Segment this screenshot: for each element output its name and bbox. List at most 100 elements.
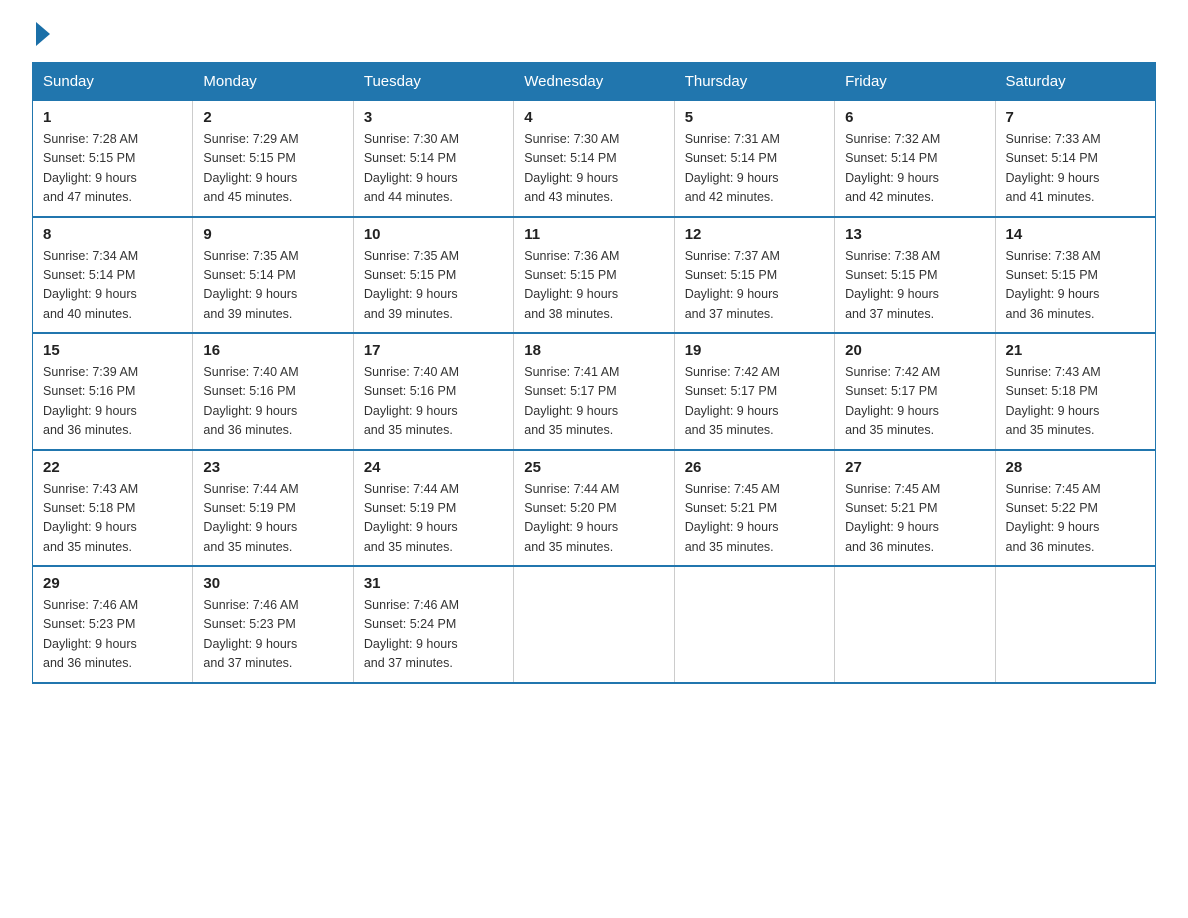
calendar-cell: 11 Sunrise: 7:36 AMSunset: 5:15 PMDayligh…: [514, 217, 674, 334]
week-row-2: 8Sunrise: 7:34 AMSunset: 5:14 PMDaylight…: [33, 217, 1156, 334]
calendar-cell: [514, 566, 674, 683]
calendar-cell: 7 Sunrise: 7:33 AMSunset: 5:14 PMDaylight…: [995, 101, 1155, 217]
calendar-cell: 1Sunrise: 7:28 AMSunset: 5:15 PMDaylight…: [33, 101, 193, 217]
day-info: Sunrise: 7:33 AMSunset: 5:14 PMDaylight:…: [1006, 130, 1145, 208]
day-info: Sunrise: 7:31 AMSunset: 5:14 PMDaylight:…: [685, 130, 824, 208]
calendar-cell: 4 Sunrise: 7:30 AMSunset: 5:14 PMDaylight…: [514, 101, 674, 217]
day-info: Sunrise: 7:39 AMSunset: 5:16 PMDaylight:…: [43, 363, 182, 441]
calendar-cell: 27Sunrise: 7:45 AMSunset: 5:21 PMDayligh…: [835, 450, 995, 567]
weekday-header-thursday: Thursday: [674, 63, 834, 101]
day-info: Sunrise: 7:38 AMSunset: 5:15 PMDaylight:…: [1006, 247, 1145, 325]
day-number: 7: [1006, 109, 1145, 126]
day-info: Sunrise: 7:35 AMSunset: 5:15 PMDaylight:…: [364, 247, 503, 325]
day-number: 16: [203, 342, 342, 359]
day-info: Sunrise: 7:38 AMSunset: 5:15 PMDaylight:…: [845, 247, 984, 325]
day-number: 8: [43, 226, 182, 243]
day-number: 13: [845, 226, 984, 243]
day-number: 22: [43, 459, 182, 476]
day-info: Sunrise: 7:46 AMSunset: 5:23 PMDaylight:…: [203, 596, 342, 674]
calendar-cell: 25 Sunrise: 7:44 AMSunset: 5:20 PMDayligh…: [514, 450, 674, 567]
week-row-1: 1Sunrise: 7:28 AMSunset: 5:15 PMDaylight…: [33, 101, 1156, 217]
day-number: 4: [524, 109, 663, 126]
day-info: Sunrise: 7:43 AMSunset: 5:18 PMDaylight:…: [1006, 363, 1145, 441]
calendar-cell: 31Sunrise: 7:46 AMSunset: 5:24 PMDayligh…: [353, 566, 513, 683]
calendar-cell: 30 Sunrise: 7:46 AMSunset: 5:23 PMDayligh…: [193, 566, 353, 683]
calendar-cell: 21 Sunrise: 7:43 AMSunset: 5:18 PMDayligh…: [995, 333, 1155, 450]
day-number: 17: [364, 342, 503, 359]
calendar-cell: [674, 566, 834, 683]
day-number: 5: [685, 109, 824, 126]
calendar-cell: 14 Sunrise: 7:38 AMSunset: 5:15 PMDayligh…: [995, 217, 1155, 334]
day-info: Sunrise: 7:46 AMSunset: 5:23 PMDaylight:…: [43, 596, 182, 674]
page-header: [32, 24, 1156, 46]
calendar-cell: 24 Sunrise: 7:44 AMSunset: 5:19 PMDayligh…: [353, 450, 513, 567]
calendar-cell: 9 Sunrise: 7:35 AMSunset: 5:14 PMDaylight…: [193, 217, 353, 334]
week-row-4: 22 Sunrise: 7:43 AMSunset: 5:18 PMDayligh…: [33, 450, 1156, 567]
day-number: 3: [364, 109, 503, 126]
day-number: 19: [685, 342, 824, 359]
day-number: 25: [524, 459, 663, 476]
day-number: 24: [364, 459, 503, 476]
weekday-header-sunday: Sunday: [33, 63, 193, 101]
day-number: 28: [1006, 459, 1145, 476]
day-info: Sunrise: 7:43 AMSunset: 5:18 PMDaylight:…: [43, 480, 182, 558]
day-number: 12: [685, 226, 824, 243]
day-number: 9: [203, 226, 342, 243]
calendar-cell: 29 Sunrise: 7:46 AMSunset: 5:23 PMDayligh…: [33, 566, 193, 683]
calendar-cell: 6Sunrise: 7:32 AMSunset: 5:14 PMDaylight…: [835, 101, 995, 217]
day-info: Sunrise: 7:36 AMSunset: 5:15 PMDaylight:…: [524, 247, 663, 325]
day-number: 6: [845, 109, 984, 126]
weekday-header-saturday: Saturday: [995, 63, 1155, 101]
day-info: Sunrise: 7:29 AMSunset: 5:15 PMDaylight:…: [203, 130, 342, 208]
day-info: Sunrise: 7:44 AMSunset: 5:19 PMDaylight:…: [364, 480, 503, 558]
day-info: Sunrise: 7:30 AMSunset: 5:14 PMDaylight:…: [524, 130, 663, 208]
day-info: Sunrise: 7:40 AMSunset: 5:16 PMDaylight:…: [203, 363, 342, 441]
day-info: Sunrise: 7:41 AMSunset: 5:17 PMDaylight:…: [524, 363, 663, 441]
calendar-cell: 8Sunrise: 7:34 AMSunset: 5:14 PMDaylight…: [33, 217, 193, 334]
day-info: Sunrise: 7:42 AMSunset: 5:17 PMDaylight:…: [845, 363, 984, 441]
day-info: Sunrise: 7:40 AMSunset: 5:16 PMDaylight:…: [364, 363, 503, 441]
day-number: 21: [1006, 342, 1145, 359]
weekday-header-wednesday: Wednesday: [514, 63, 674, 101]
day-info: Sunrise: 7:37 AMSunset: 5:15 PMDaylight:…: [685, 247, 824, 325]
day-number: 10: [364, 226, 503, 243]
calendar-cell: 26 Sunrise: 7:45 AMSunset: 5:21 PMDayligh…: [674, 450, 834, 567]
day-info: Sunrise: 7:42 AMSunset: 5:17 PMDaylight:…: [685, 363, 824, 441]
day-info: Sunrise: 7:45 AMSunset: 5:21 PMDaylight:…: [685, 480, 824, 558]
day-info: Sunrise: 7:30 AMSunset: 5:14 PMDaylight:…: [364, 130, 503, 208]
day-info: Sunrise: 7:28 AMSunset: 5:15 PMDaylight:…: [43, 130, 182, 208]
day-info: Sunrise: 7:35 AMSunset: 5:14 PMDaylight:…: [203, 247, 342, 325]
calendar-cell: 17 Sunrise: 7:40 AMSunset: 5:16 PMDayligh…: [353, 333, 513, 450]
calendar-cell: 23Sunrise: 7:44 AMSunset: 5:19 PMDayligh…: [193, 450, 353, 567]
calendar-cell: [995, 566, 1155, 683]
day-number: 20: [845, 342, 984, 359]
day-number: 29: [43, 575, 182, 592]
day-info: Sunrise: 7:44 AMSunset: 5:20 PMDaylight:…: [524, 480, 663, 558]
day-number: 11: [524, 226, 663, 243]
calendar-cell: 19 Sunrise: 7:42 AMSunset: 5:17 PMDayligh…: [674, 333, 834, 450]
day-info: Sunrise: 7:45 AMSunset: 5:22 PMDaylight:…: [1006, 480, 1145, 558]
day-number: 2: [203, 109, 342, 126]
weekday-header-tuesday: Tuesday: [353, 63, 513, 101]
day-info: Sunrise: 7:45 AMSunset: 5:21 PMDaylight:…: [845, 480, 984, 558]
day-number: 18: [524, 342, 663, 359]
weekday-header-monday: Monday: [193, 63, 353, 101]
calendar-cell: 3 Sunrise: 7:30 AMSunset: 5:14 PMDaylight…: [353, 101, 513, 217]
calendar-cell: 15 Sunrise: 7:39 AMSunset: 5:16 PMDayligh…: [33, 333, 193, 450]
weekday-header-row: SundayMondayTuesdayWednesdayThursdayFrid…: [33, 63, 1156, 101]
day-info: Sunrise: 7:46 AMSunset: 5:24 PMDaylight:…: [364, 596, 503, 674]
day-number: 30: [203, 575, 342, 592]
calendar-cell: 28 Sunrise: 7:45 AMSunset: 5:22 PMDayligh…: [995, 450, 1155, 567]
calendar-cell: 16 Sunrise: 7:40 AMSunset: 5:16 PMDayligh…: [193, 333, 353, 450]
calendar-cell: 22 Sunrise: 7:43 AMSunset: 5:18 PMDayligh…: [33, 450, 193, 567]
week-row-5: 29 Sunrise: 7:46 AMSunset: 5:23 PMDayligh…: [33, 566, 1156, 683]
day-number: 14: [1006, 226, 1145, 243]
weekday-header-friday: Friday: [835, 63, 995, 101]
calendar-cell: 20 Sunrise: 7:42 AMSunset: 5:17 PMDayligh…: [835, 333, 995, 450]
logo: [32, 24, 50, 46]
calendar-cell: [835, 566, 995, 683]
calendar-cell: 12 Sunrise: 7:37 AMSunset: 5:15 PMDayligh…: [674, 217, 834, 334]
calendar-cell: 2 Sunrise: 7:29 AMSunset: 5:15 PMDaylight…: [193, 101, 353, 217]
day-number: 15: [43, 342, 182, 359]
day-number: 26: [685, 459, 824, 476]
